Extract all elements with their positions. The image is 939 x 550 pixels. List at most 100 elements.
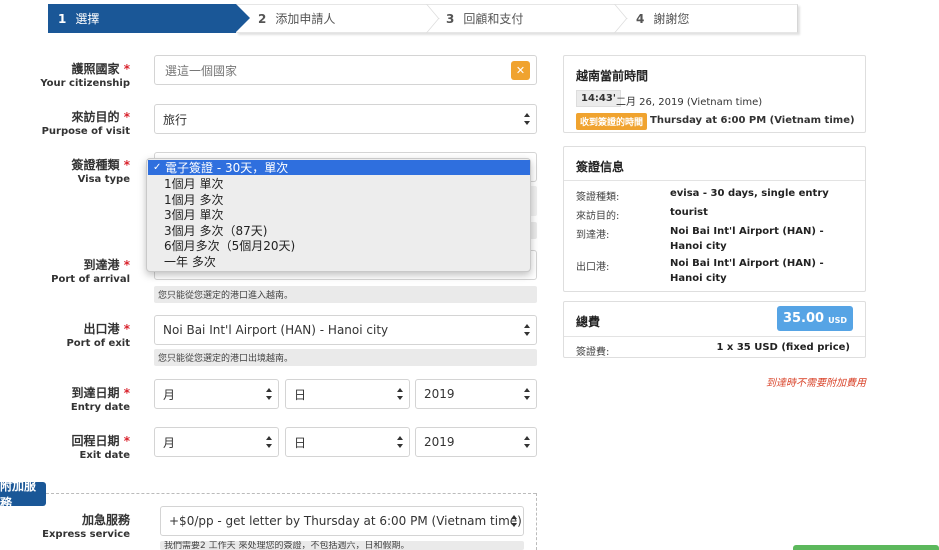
label-en: Entry date <box>70 402 130 413</box>
citizenship-select[interactable]: 選這一個國家 ✕ <box>154 55 537 85</box>
entry-year-select[interactable]: 2019 <box>415 379 537 409</box>
exit-port-hint: 您只能從您選定的港口出境越南。 <box>154 349 537 366</box>
info-value: Noi Bai Int'l Airport (HAN) - Hanoi city <box>670 258 824 284</box>
exit-year-select[interactable]: 2019 <box>415 427 537 457</box>
visa-option-6m-multi[interactable]: 6個月多次（5個月20天) <box>147 238 530 253</box>
citizenship-label: 護照國家 * Your citizenship <box>40 62 130 91</box>
entry-day-select[interactable]: 日 <box>285 379 410 409</box>
entry-date-label: 到達日期 * Entry date <box>71 386 130 415</box>
visa-option-1m-single[interactable]: 1個月 單次 <box>147 176 530 191</box>
panel-title: 簽證信息 <box>576 160 625 174</box>
progress-steps: 1 選擇 2 添加申請人 3 回顧和支付 4 謝謝您 <box>48 4 798 33</box>
fee-label: 簽證費: <box>576 347 610 358</box>
purpose-value: 旅行 <box>163 112 188 127</box>
exit-day-select[interactable]: 日 <box>285 427 410 457</box>
price-badge: 35.00 USD <box>776 306 853 331</box>
step-number: 2 <box>258 11 267 26</box>
info-value: Noi Bai Int'l Airport (HAN) - Hanoi city <box>670 226 824 252</box>
select-arrows-icon <box>266 436 272 448</box>
extra-divider <box>46 493 536 494</box>
express-service-hint: 我們需要2 工作天 來处理您的簽證，不包括週六，日和假期。 <box>160 541 524 550</box>
select-arrows-icon <box>397 388 403 400</box>
select-arrows-icon <box>524 436 530 448</box>
step-3-review-pay[interactable]: 3 回顧和支付 <box>446 4 523 33</box>
step-2-add-applicants[interactable]: 2 添加申請人 <box>258 4 335 33</box>
label-en: Port of exit <box>66 338 130 349</box>
clear-icon[interactable]: ✕ <box>511 61 530 80</box>
extra-divider-vertical <box>536 493 537 550</box>
required-mark: * <box>123 158 130 172</box>
express-service-value: +$0/pp - get letter by Thursday at 6:00 … <box>169 514 522 528</box>
panel-title: 越南當前時間 <box>576 69 649 83</box>
visa-option-3m-multi[interactable]: 3個月 多次（87天) <box>147 223 530 238</box>
info-label: 出口港: <box>576 262 610 273</box>
step-number: 3 <box>446 11 455 26</box>
no-extra-fee-note: 到達時不需要附加費用 <box>766 378 866 389</box>
current-date: 二月 26, 2019 (Vietnam time) <box>616 97 763 108</box>
exit-port-value: Noi Bai Int'l Airport (HAN) - Hanoi city <box>163 323 389 337</box>
required-mark: * <box>123 258 130 272</box>
label-zh: 出口港 <box>83 322 120 336</box>
option-label: 電子簽證 - 30天，單次 <box>165 161 289 175</box>
select-arrows-icon <box>524 113 530 125</box>
label-en: Purpose of visit <box>41 126 130 137</box>
select-arrows-icon <box>524 324 530 336</box>
entry-month-value: 月 <box>163 387 176 402</box>
visa-option-3m-single[interactable]: 3個月 單次 <box>147 207 530 222</box>
required-mark: * <box>123 386 130 400</box>
step-label: 添加申請人 <box>275 12 336 26</box>
price-currency: USD <box>828 315 847 325</box>
visa-option-1y-multi[interactable]: 一年 多次 <box>147 254 530 269</box>
visa-type-dropdown[interactable]: ✓ 電子簽證 - 30天，單次 1個月 單次 1個月 多次 3個月 單次 3個月… <box>146 158 531 272</box>
exit-date-label: 回程日期 * Exit date <box>72 434 130 463</box>
select-arrows-icon <box>511 515 517 527</box>
extra-services-tag: 附加服務 <box>0 479 46 510</box>
select-arrows-icon <box>266 388 272 400</box>
divider <box>564 180 865 181</box>
info-value: evisa - 30 days, single entry <box>670 188 829 199</box>
label-zh: 加急服務 <box>81 513 130 527</box>
step-number: 1 <box>58 11 67 26</box>
visa-info-panel: 簽證信息 簽證種類: evisa - 30 days, single entry… <box>563 146 866 292</box>
visa-option-1m-multi[interactable]: 1個月 多次 <box>147 192 530 207</box>
exit-month-select[interactable]: 月 <box>154 427 279 457</box>
panel-title: 總費 <box>576 315 601 329</box>
exit-port-select[interactable]: Noi Bai Int'l Airport (HAN) - Hanoi city <box>154 315 537 345</box>
label-zh: 到達港 <box>83 258 120 272</box>
label-en: Port of arrival <box>51 274 130 285</box>
entry-month-select[interactable]: 月 <box>154 379 279 409</box>
step-separator <box>614 4 628 33</box>
entry-year-value: 2019 <box>424 387 455 401</box>
exit-year-value: 2019 <box>424 435 455 449</box>
required-mark: * <box>123 434 130 448</box>
exit-port-label: 出口港 * Port of exit <box>66 322 130 351</box>
express-service-select[interactable]: +$0/pp - get letter by Thursday at 6:00 … <box>160 506 524 536</box>
visa-option-evisa[interactable]: ✓ 電子簽證 - 30天，單次 <box>148 160 530 175</box>
select-arrows-icon <box>524 388 530 400</box>
step-4-thank-you[interactable]: 4 謝謝您 <box>636 4 689 33</box>
step-label: 選擇 <box>75 12 100 26</box>
step-separator <box>426 4 440 33</box>
continue-button[interactable] <box>793 545 939 550</box>
info-value: tourist <box>670 207 708 218</box>
label-en: Visa type <box>77 174 130 185</box>
price-value: 35.00 <box>782 311 825 326</box>
info-label: 來訪目的: <box>576 211 620 222</box>
label-zh: 簽證種類 <box>71 158 120 172</box>
label-zh: 回程日期 <box>71 434 120 448</box>
purpose-select[interactable]: 旅行 <box>154 104 537 134</box>
check-icon: ✓ <box>153 162 162 173</box>
exit-day-value: 日 <box>294 435 307 450</box>
label-zh: 來訪目的 <box>71 110 120 124</box>
current-time: 14:43' <box>576 90 621 107</box>
arrival-hint: 您只能從您選定的港口進入越南。 <box>154 286 537 303</box>
required-mark: * <box>123 110 130 124</box>
info-label: 簽證種類: <box>576 192 620 203</box>
purpose-label: 來訪目的 * Purpose of visit <box>42 110 130 139</box>
deadline-badge: 收到簽證的時間 <box>576 113 648 130</box>
label-en: Your citizenship <box>40 78 130 89</box>
total-fee-panel: 總費 35.00 USD 簽證費: 1 x 35 USD (fixed pric… <box>563 301 866 358</box>
label-en: Exit date <box>79 450 130 461</box>
divider <box>564 336 865 337</box>
step-1-select[interactable]: 1 選擇 <box>48 4 250 33</box>
